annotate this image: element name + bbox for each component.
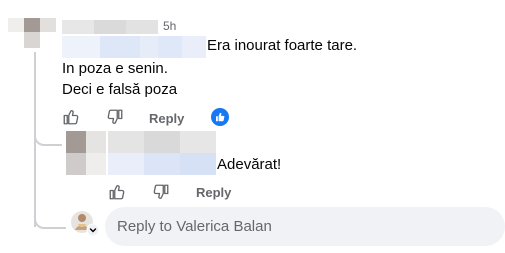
comment-author-name[interactable] — [62, 20, 158, 58]
reply-text: Adevărat! — [217, 156, 282, 173]
reply-avatar[interactable] — [66, 131, 106, 175]
reply-composer-input[interactable]: Reply to Valerica Balan — [105, 207, 505, 246]
current-user-avatar[interactable] — [70, 210, 100, 238]
comment-timestamp[interactable]: 5h — [163, 19, 176, 33]
dislike-outline-icon[interactable] — [106, 108, 124, 131]
thread-line-composer-branch — [34, 206, 66, 229]
comment-author-name-tail — [158, 36, 206, 58]
reply-dislike-outline-icon[interactable] — [152, 183, 170, 206]
reply-reply-button[interactable]: Reply — [196, 185, 231, 200]
comment-avatar[interactable] — [8, 18, 56, 48]
reply-author-name[interactable] — [108, 131, 216, 175]
like-reaction-icon[interactable] — [211, 108, 229, 131]
like-outline-icon[interactable] — [62, 108, 80, 131]
comment-text-line2: In poza e senin. — [62, 60, 168, 77]
comment-reply-button[interactable]: Reply — [149, 111, 184, 126]
comment-text-line1: Era inourat foarte tare. — [207, 37, 358, 54]
thread-line-branch — [34, 126, 62, 146]
reply-composer-placeholder: Reply to Valerica Balan — [117, 218, 272, 235]
reply-like-outline-icon[interactable] — [108, 183, 126, 206]
comment-text-line3: Deci e falsă poza — [62, 81, 178, 98]
